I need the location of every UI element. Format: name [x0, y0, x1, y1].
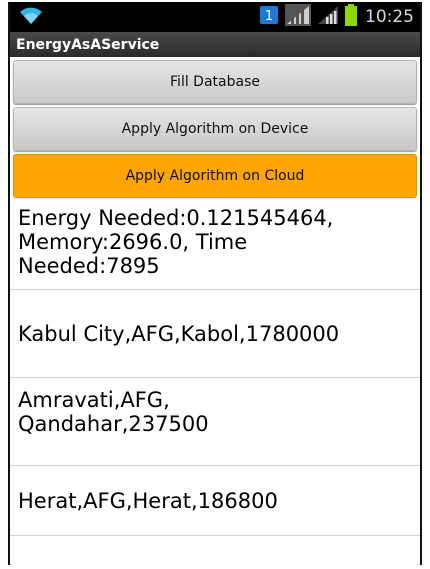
apply-algorithm-cloud-button[interactable]: Apply Algorithm on Cloud — [13, 154, 417, 198]
list-item[interactable]: Herat,AFG,Herat,186800 — [10, 466, 420, 536]
signal-icon — [317, 5, 339, 29]
app-title: EnergyAsAService — [16, 36, 160, 53]
results-list: Energy Needed:0.121545464, Memory:2696.0… — [10, 202, 420, 536]
status-bar: 1 10:25 — [10, 2, 420, 32]
fill-database-button[interactable]: Fill Database — [13, 60, 417, 104]
notification-icon: 1 — [259, 5, 279, 29]
wifi-icon — [18, 4, 44, 30]
list-item[interactable]: Kabul City,AFG,Kabol,1780000 — [10, 290, 420, 378]
notification-badge-count: 1 — [265, 9, 273, 24]
list-item[interactable]: Amravati,AFG, Qandahar,237500 — [10, 378, 420, 466]
app-screen: 1 10:25 EnergyAsAService Fill Database A… — [8, 2, 422, 565]
app-title-bar: EnergyAsAService — [10, 32, 420, 57]
battery-icon — [345, 4, 357, 30]
apply-algorithm-device-button[interactable]: Apply Algorithm on Device — [13, 107, 417, 151]
list-item[interactable]: Energy Needed:0.121545464, Memory:2696.0… — [10, 202, 420, 290]
signal-icon — [285, 4, 311, 30]
status-clock: 10:25 — [365, 7, 414, 27]
